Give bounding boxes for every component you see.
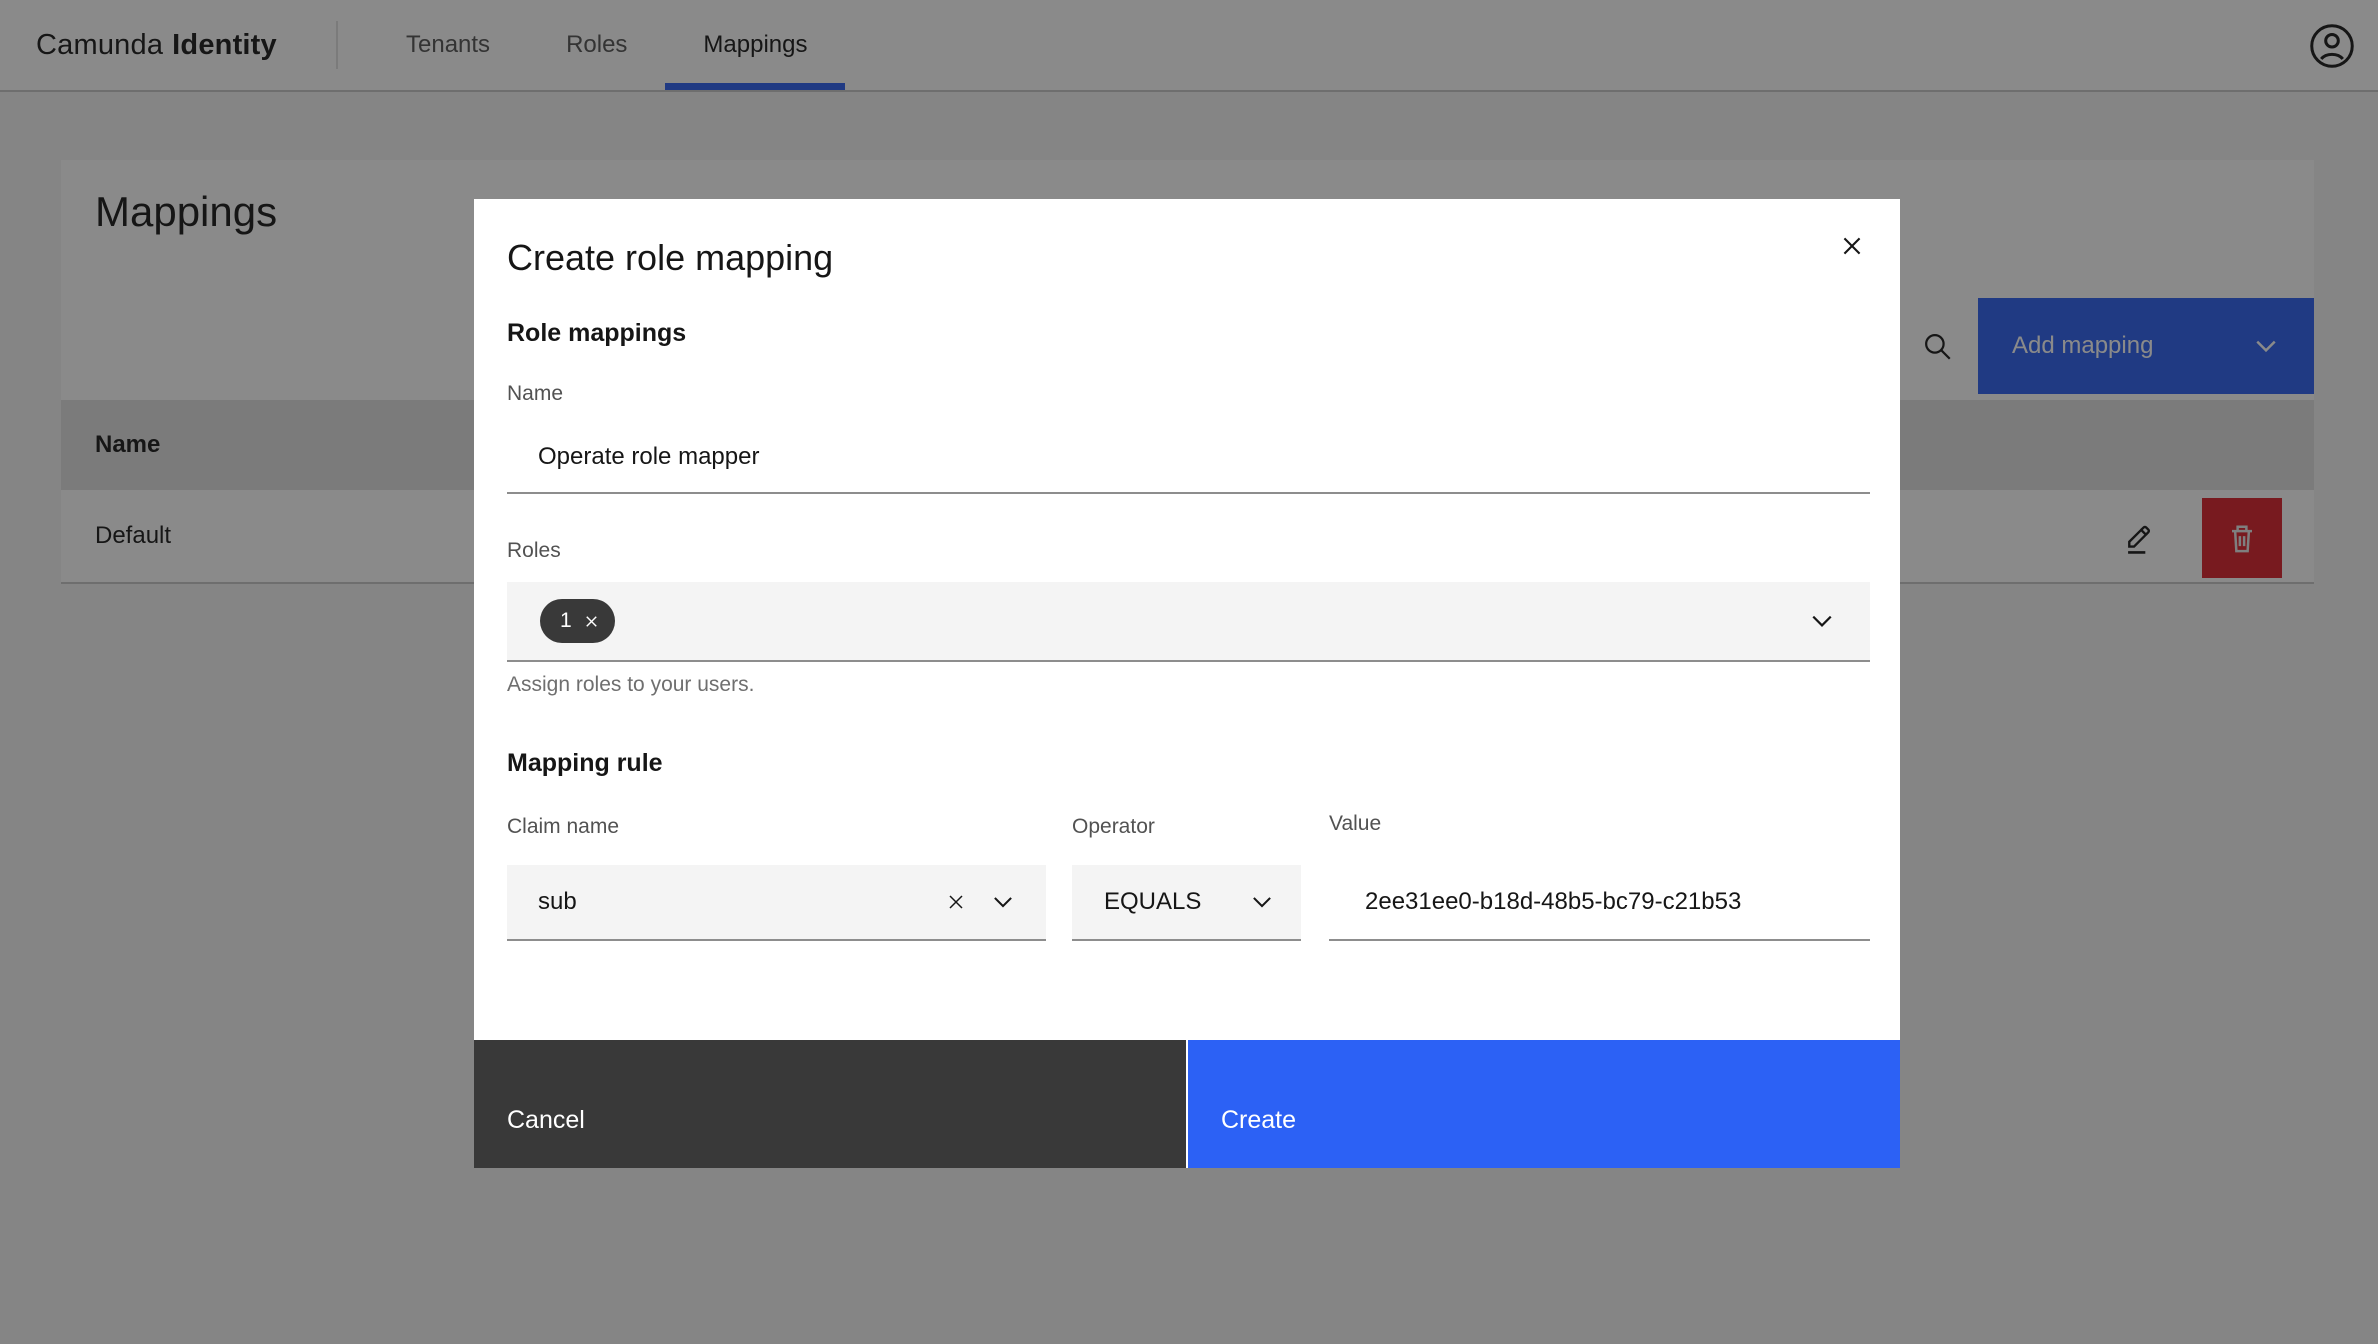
name-field-label: Name — [507, 382, 564, 405]
claim-name-combobox[interactable] — [507, 865, 1046, 941]
value-input[interactable] — [1329, 865, 1870, 941]
operator-label: Operator — [1072, 815, 1155, 838]
claim-name-input[interactable] — [507, 865, 887, 939]
tag-remove-icon[interactable] — [582, 612, 601, 631]
roles-selected-count: 1 — [560, 609, 572, 632]
roles-field-label: Roles — [507, 539, 561, 562]
roles-chevron-down-icon — [1808, 607, 1836, 635]
modal-title: Create role mapping — [507, 237, 834, 278]
create-role-mapping-modal: Create role mapping Role mappings Name R… — [474, 199, 1900, 1168]
cancel-button[interactable]: Cancel — [474, 1040, 1186, 1168]
operator-selected-value: EQUALS — [1104, 888, 1202, 915]
section-mapping-rule: Mapping rule — [507, 749, 663, 777]
modal-close-button[interactable] — [1827, 221, 1877, 271]
operator-dropdown[interactable]: EQUALS — [1072, 865, 1301, 941]
clear-x-icon — [944, 890, 968, 914]
create-button[interactable]: Create — [1188, 1040, 1900, 1168]
claim-chevron-down-icon — [990, 889, 1016, 915]
name-input[interactable] — [507, 421, 1870, 494]
claim-name-label: Claim name — [507, 815, 620, 838]
value-label: Value — [1329, 812, 1382, 835]
modal-footer: Cancel Create — [474, 1040, 1900, 1168]
claim-clear-button[interactable] — [944, 890, 968, 914]
roles-helper-text: Assign roles to your users. — [507, 673, 755, 696]
section-role-mappings: Role mappings — [507, 319, 687, 347]
roles-selected-tag[interactable]: 1 — [540, 599, 615, 643]
roles-multiselect[interactable]: 1 — [507, 582, 1870, 662]
close-icon — [1838, 232, 1866, 260]
operator-chevron-down-icon — [1249, 889, 1275, 915]
